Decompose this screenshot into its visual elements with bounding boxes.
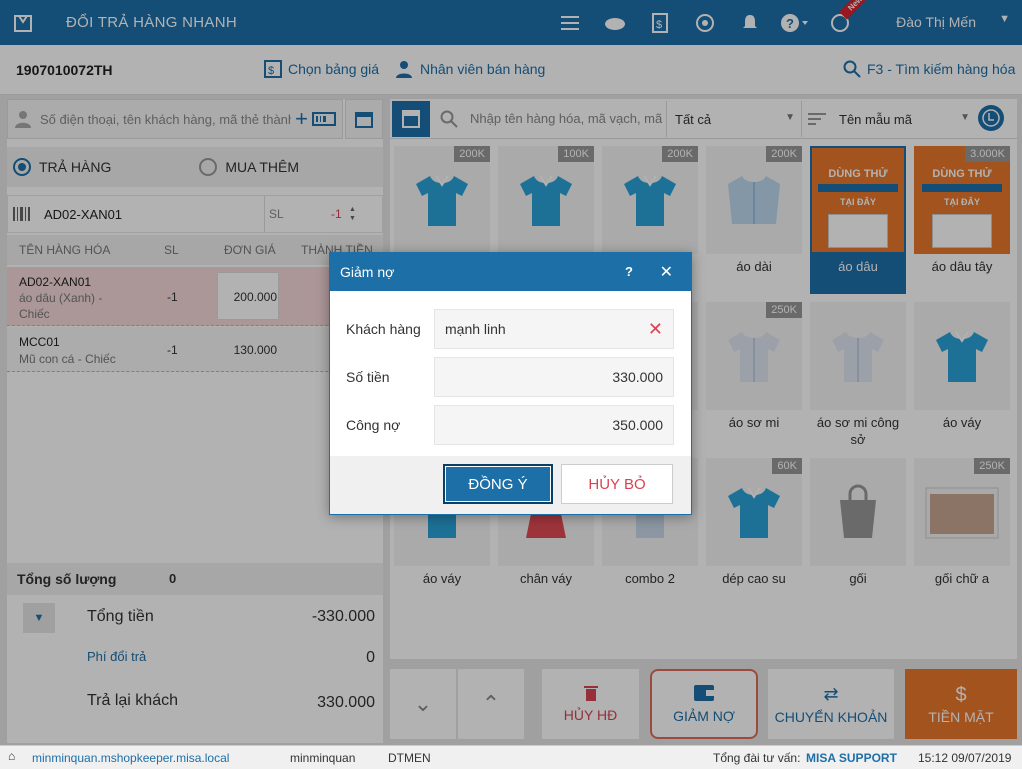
customer-field[interactable]: mạnh linh ✕ — [434, 309, 674, 349]
staff-code: DTMEN — [388, 751, 431, 765]
amount-label: Số tiền — [346, 369, 390, 385]
clock-time: 15:12 09/07/2019 — [918, 751, 1012, 765]
shop-name: minminquan — [290, 751, 356, 765]
dialog-title: Giảm nợ — [340, 264, 395, 280]
debt-label: Công nợ — [346, 417, 401, 433]
close-icon[interactable]: ✕ — [660, 262, 673, 282]
customer-row: Khách hàng mạnh linh ✕ — [346, 309, 676, 349]
domain-link[interactable]: minminquan.mshopkeeper.misa.local — [32, 751, 229, 765]
dialog-footer: ĐỒNG Ý HỦY BỎ — [330, 456, 691, 514]
status-bar: ⌂ minminquan.mshopkeeper.misa.local minm… — [0, 745, 1022, 769]
support-link[interactable]: MISA SUPPORT — [806, 751, 897, 765]
home-icon[interactable]: ⌂ — [8, 749, 15, 763]
dialog-header: Giảm nợ ? ✕ — [330, 253, 691, 291]
support-label: Tổng đài tư vấn: — [713, 751, 801, 765]
reduce-debt-dialog: Giảm nợ ? ✕ Khách hàng mạnh linh ✕ Số ti… — [329, 252, 692, 515]
amount-row: Số tiền 330.000 — [346, 357, 676, 397]
confirm-button[interactable]: ĐỒNG Ý — [443, 464, 553, 504]
clear-icon[interactable]: ✕ — [648, 319, 663, 340]
cancel-button[interactable]: HỦY BỎ — [561, 464, 673, 504]
debt-row: Công nợ 350.000 — [346, 405, 676, 445]
debt-field: 350.000 — [434, 405, 674, 445]
customer-label: Khách hàng — [346, 321, 421, 337]
help-icon[interactable]: ? — [625, 264, 633, 279]
amount-field[interactable]: 330.000 — [434, 357, 674, 397]
